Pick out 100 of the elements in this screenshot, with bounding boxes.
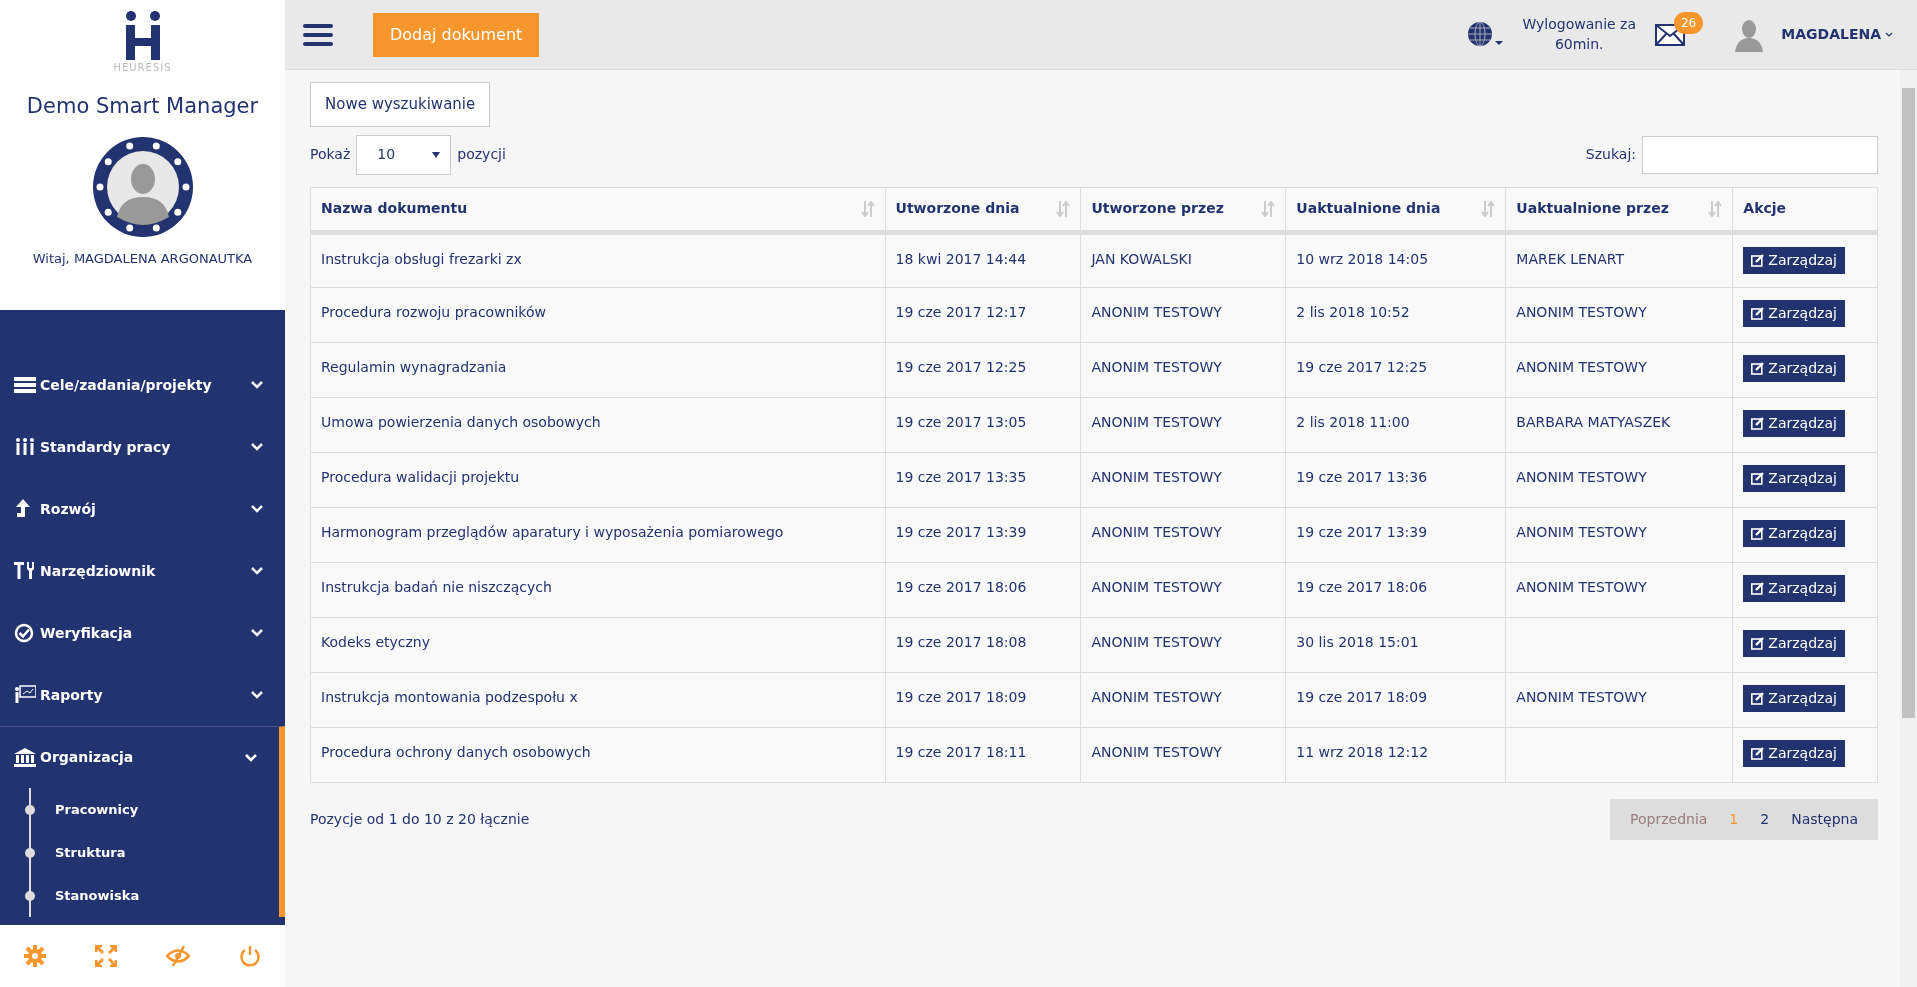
table-cell: ANONIM TESTOWY bbox=[1505, 507, 1733, 562]
table-cell: 19 cze 2017 12:25 bbox=[1285, 342, 1506, 397]
submenu-item[interactable]: Pracownicy bbox=[25, 788, 279, 831]
sort-icon[interactable] bbox=[1481, 201, 1496, 217]
sort-icon[interactable] bbox=[860, 201, 875, 217]
table-cell: ANONIM TESTOWY bbox=[1505, 672, 1733, 727]
people-icon bbox=[14, 437, 36, 457]
app-title: Demo Smart Manager bbox=[26, 93, 259, 120]
table-cell: MAREK LENART bbox=[1505, 232, 1733, 287]
sort-icon[interactable] bbox=[1056, 201, 1071, 217]
show-suffix-label: pozycji bbox=[457, 145, 506, 164]
scrollbar-thumb[interactable] bbox=[1902, 88, 1915, 718]
manage-button[interactable]: Zarządzaj bbox=[1743, 409, 1845, 437]
table-cell: 19 cze 2017 13:36 bbox=[1285, 452, 1506, 507]
manage-button[interactable]: Zarządzaj bbox=[1743, 246, 1845, 274]
table-cell: 30 lis 2018 15:01 bbox=[1285, 617, 1506, 672]
mail-count-badge: 26 bbox=[1673, 11, 1704, 34]
avatar-icon bbox=[92, 136, 193, 237]
table-cell: ANONIM TESTOWY bbox=[1080, 397, 1286, 452]
manage-button[interactable]: Zarządzaj bbox=[1743, 684, 1845, 712]
table-cell: ANONIM TESTOWY bbox=[1080, 672, 1286, 727]
manage-button[interactable]: Zarządzaj bbox=[1743, 574, 1845, 602]
manage-button[interactable]: Zarządzaj bbox=[1743, 354, 1845, 382]
edit-icon bbox=[1751, 253, 1765, 267]
menu-item[interactable]: Organizacja bbox=[0, 726, 285, 788]
search-label: Szukaj: bbox=[1585, 145, 1636, 164]
table-cell: 19 cze 2017 18:08 bbox=[885, 617, 1081, 672]
table-cell: 11 wrz 2018 12:12 bbox=[1285, 727, 1506, 782]
menu-icon[interactable] bbox=[303, 22, 333, 47]
table-cell: 19 cze 2017 18:09 bbox=[1285, 672, 1506, 727]
manage-button[interactable]: Zarządzaj bbox=[1743, 739, 1845, 767]
table-cell: 19 cze 2017 12:25 bbox=[885, 342, 1081, 397]
table-cell: BARBARA MATYASZEK bbox=[1505, 397, 1733, 452]
table-cell: Instrukcja badań nie niszczących bbox=[310, 562, 886, 617]
building-icon bbox=[14, 747, 36, 768]
table-cell: 2 lis 2018 10:52 bbox=[1285, 287, 1506, 342]
table-cell: 18 kwi 2017 14:44 bbox=[885, 232, 1081, 287]
column-header[interactable]: Nazwa dokumentu bbox=[310, 187, 886, 232]
table-cell: ANONIM TESTOWY bbox=[1080, 452, 1286, 507]
settings-icon[interactable] bbox=[24, 945, 47, 967]
table-cell: 19 cze 2017 13:39 bbox=[885, 507, 1081, 562]
sort-icon[interactable] bbox=[1261, 201, 1276, 217]
submenu-item[interactable]: Struktura bbox=[25, 831, 279, 874]
table-cell: ANONIM TESTOWY bbox=[1505, 342, 1733, 397]
table-cell: ANONIM TESTOWY bbox=[1080, 617, 1286, 672]
table-cell: Umowa powierzenia danych osobowych bbox=[310, 397, 886, 452]
fullscreen-icon[interactable] bbox=[95, 945, 118, 967]
table-cell: 19 cze 2017 18:09 bbox=[885, 672, 1081, 727]
menu-item[interactable]: Rozwój bbox=[0, 478, 285, 540]
table-cell: Instrukcja montowania podzespołu x bbox=[310, 672, 886, 727]
manage-button[interactable]: Zarządzaj bbox=[1743, 299, 1845, 327]
table-cell: ANONIM TESTOWY bbox=[1080, 562, 1286, 617]
table-cell: 19 cze 2017 13:39 bbox=[1285, 507, 1506, 562]
manage-button[interactable]: Zarządzaj bbox=[1743, 629, 1845, 657]
menu-item[interactable]: Weryfikacja bbox=[0, 602, 285, 664]
table-cell: ANONIM TESTOWY bbox=[1505, 562, 1733, 617]
column-header: Akcje bbox=[1732, 187, 1878, 232]
menu-item[interactable]: Narzędziownik bbox=[0, 540, 285, 602]
table-cell: ANONIM TESTOWY bbox=[1080, 287, 1286, 342]
edit-icon bbox=[1751, 691, 1765, 705]
menu-item[interactable]: Standardy pracy bbox=[0, 416, 285, 478]
pagination-button[interactable]: 2 bbox=[1752, 808, 1778, 830]
chevron-icon bbox=[251, 629, 263, 637]
column-header[interactable]: Utworzone przez bbox=[1080, 187, 1286, 232]
globe-dropdown-icon[interactable] bbox=[1467, 20, 1504, 49]
tools-icon bbox=[14, 561, 36, 581]
column-header[interactable]: Utworzone dnia bbox=[885, 187, 1081, 232]
user-avatar-icon bbox=[1733, 17, 1766, 52]
chevron-icon bbox=[251, 567, 263, 575]
column-header[interactable]: Uaktualnione dnia bbox=[1285, 187, 1506, 232]
manage-button[interactable]: Zarządzaj bbox=[1743, 464, 1845, 492]
chevron-icon bbox=[251, 381, 263, 389]
table-cell: Procedura ochrony danych osobowych bbox=[310, 727, 886, 782]
page-size-select[interactable]: 10 bbox=[356, 134, 452, 175]
table-cell: 10 wrz 2018 14:05 bbox=[1285, 232, 1506, 287]
show-label: Pokaż bbox=[310, 145, 351, 164]
chevron-icon bbox=[251, 691, 263, 699]
hidden-eye-icon[interactable] bbox=[165, 945, 190, 967]
pagination-button[interactable]: Następna bbox=[1783, 808, 1866, 830]
logo-text: HEURESIS bbox=[113, 61, 172, 75]
table-cell: ANONIM TESTOWY bbox=[1505, 287, 1733, 342]
edit-icon bbox=[1751, 471, 1765, 485]
sort-icon[interactable] bbox=[1708, 201, 1723, 217]
menu-item[interactable]: Cele/zadania/projekty bbox=[0, 354, 285, 416]
power-icon[interactable] bbox=[238, 945, 261, 967]
table-cell: ANONIM TESTOWY bbox=[1505, 452, 1733, 507]
table-cell: 19 cze 2017 13:35 bbox=[885, 452, 1081, 507]
manage-button[interactable]: Zarządzaj bbox=[1743, 519, 1845, 547]
column-header[interactable]: Uaktualnione przez bbox=[1505, 187, 1733, 232]
menu-item[interactable]: Raporty bbox=[0, 664, 285, 726]
table-cell: JAN KOWALSKI bbox=[1080, 232, 1286, 287]
user-menu[interactable]: MAGDALENA bbox=[1781, 24, 1893, 45]
table-cell: ANONIM TESTOWY bbox=[1080, 342, 1286, 397]
table-cell: Kodeks etyczny bbox=[310, 617, 886, 672]
new-search-button[interactable]: Nowe wyszukiwanie bbox=[310, 82, 491, 127]
search-field[interactable] bbox=[1642, 135, 1878, 174]
edit-icon bbox=[1751, 526, 1765, 540]
chevron-icon bbox=[245, 753, 257, 762]
edit-icon bbox=[1751, 746, 1765, 760]
submenu-item[interactable]: Stanowiska bbox=[25, 874, 279, 917]
